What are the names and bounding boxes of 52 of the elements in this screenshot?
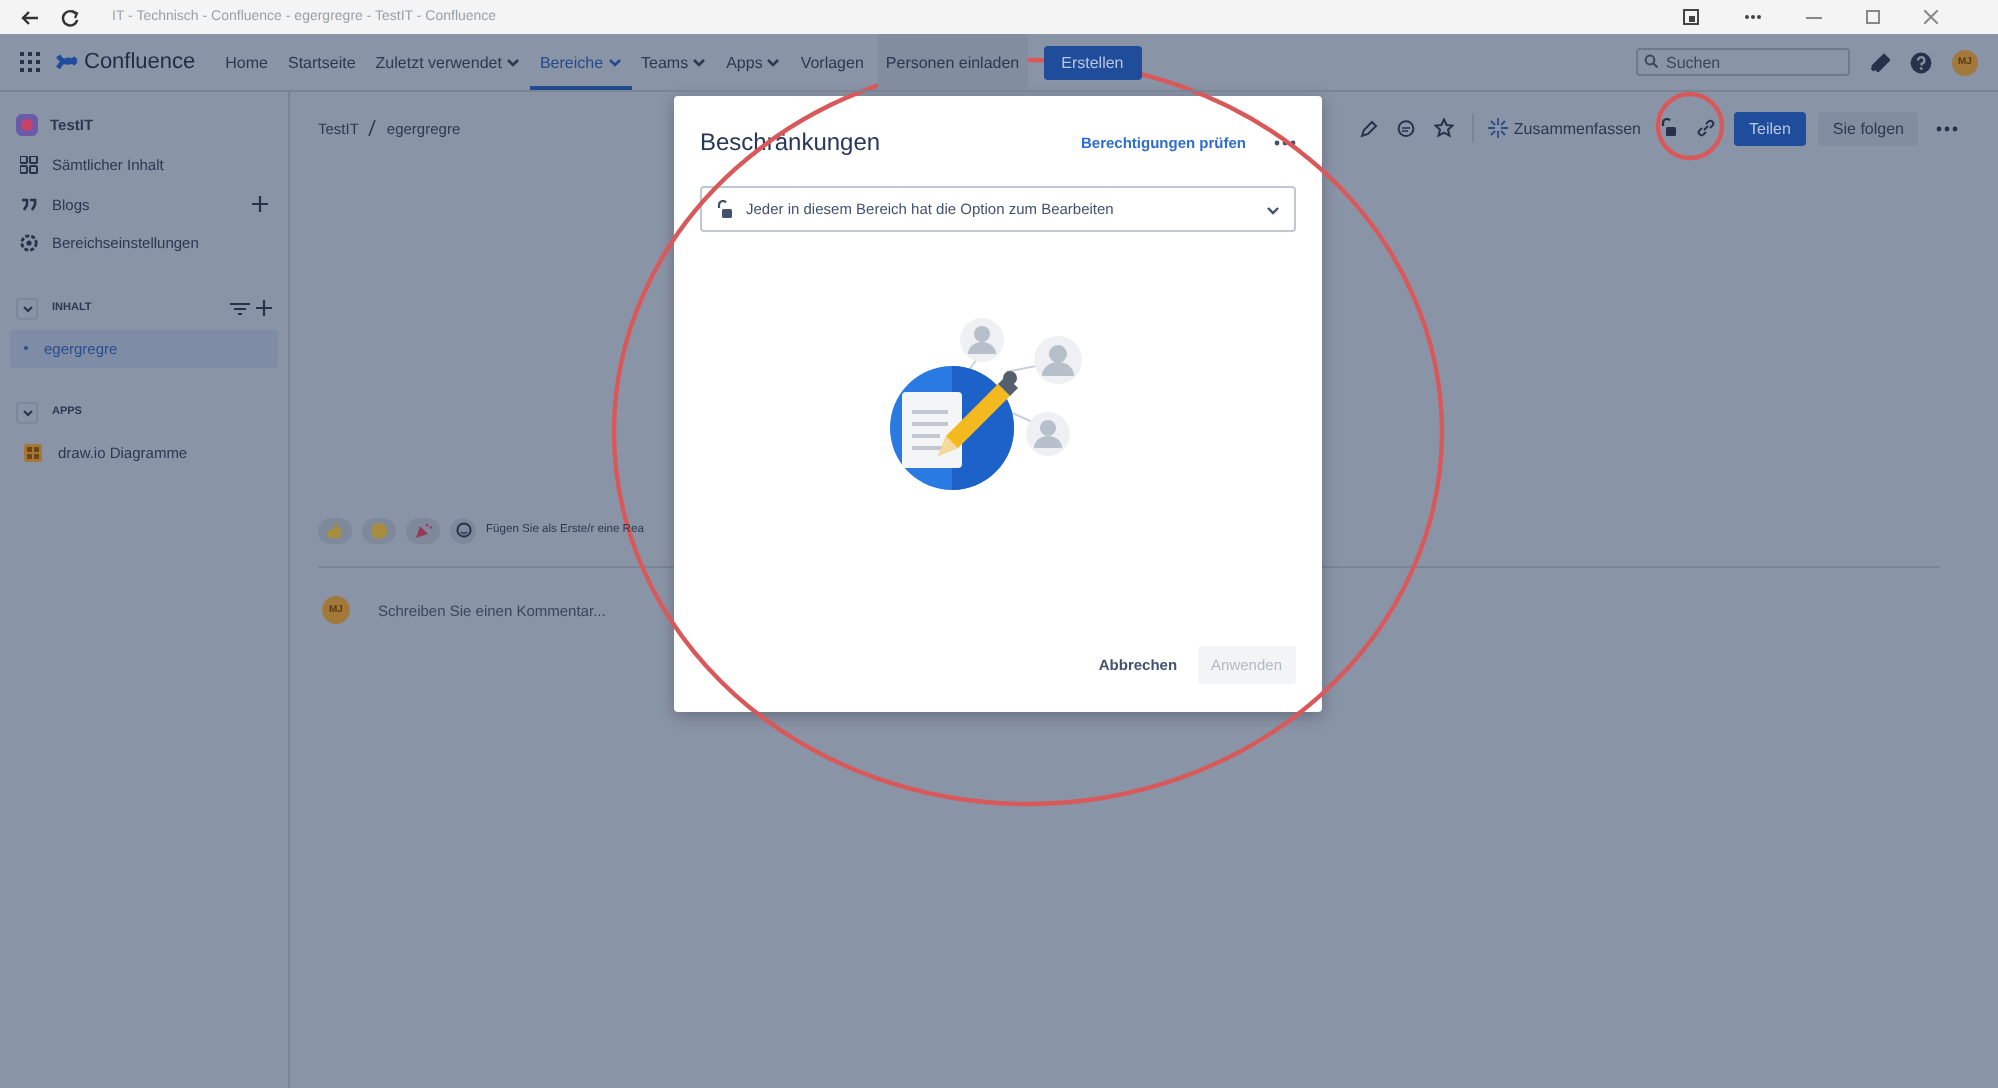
slash-separator-icon [368,119,377,135]
more-icon[interactable] [1936,125,1958,131]
thumbs-up-icon [326,521,344,539]
nav-menu-item[interactable]: Teams [631,34,717,90]
chevron-toggle[interactable] [16,401,38,423]
app-window-icon[interactable] [1682,8,1700,26]
chevron-down-icon [21,407,33,417]
reaction-button[interactable] [406,517,440,543]
chevron-down-icon [21,303,33,313]
create-button[interactable]: Erstellen [1043,45,1142,79]
add-reaction-button[interactable] [450,517,476,543]
apps-grid-icon[interactable] [20,52,40,72]
nav-menu-item[interactable]: Startseite [278,34,366,90]
search-icon [1644,54,1658,68]
follow-button[interactable]: Sie folgen [1818,111,1918,145]
comment-icon[interactable] [1395,119,1416,137]
smiley-plus-icon [455,522,471,538]
padlock-icon[interactable] [1659,118,1677,138]
nav-menu-item[interactable]: Zuletzt verwendet [365,34,530,90]
minimize-icon[interactable] [1806,15,1822,19]
link-icon[interactable] [1695,118,1715,138]
help-icon[interactable] [1910,51,1932,73]
confluence-logo-icon [56,52,78,72]
padlock-icon [716,199,734,219]
maximize-icon[interactable] [1866,10,1880,24]
nav-menu-item[interactable]: Bereiche [529,34,632,90]
party-popper-icon [414,521,432,539]
close-icon[interactable] [1924,10,1938,24]
more-icon[interactable] [1744,14,1762,20]
caret-icon [1266,203,1280,215]
annotation-circle [1655,91,1725,161]
back-arrow-icon[interactable] [20,9,40,25]
plus-icon[interactable] [256,300,272,316]
summarize-button[interactable]: Zusammenfassen [1471,114,1641,142]
product-name: Confluence [84,50,196,74]
refresh-icon[interactable] [60,7,80,27]
star-icon[interactable] [1433,118,1454,138]
quote-icon [20,195,38,214]
search-field[interactable]: Suchen [1636,48,1850,76]
emoji-icon [370,521,388,539]
plus-icon[interactable] [252,196,268,213]
nav-menu-item[interactable]: Vorlagen [790,34,874,90]
share-button[interactable]: Teilen [1733,111,1807,145]
pencil-icon[interactable] [1359,119,1378,137]
chevron-toggle[interactable] [16,297,38,319]
filter-icon[interactable] [230,301,250,315]
nav-menu-item[interactable]: Home [215,34,278,90]
invite-people-button[interactable]: Personen einladen [877,34,1028,90]
nav-menu-item[interactable]: Apps [716,34,791,90]
more-icon[interactable] [1274,139,1296,145]
sparkle-icon [1487,118,1508,138]
app-tile-icon [24,443,42,461]
